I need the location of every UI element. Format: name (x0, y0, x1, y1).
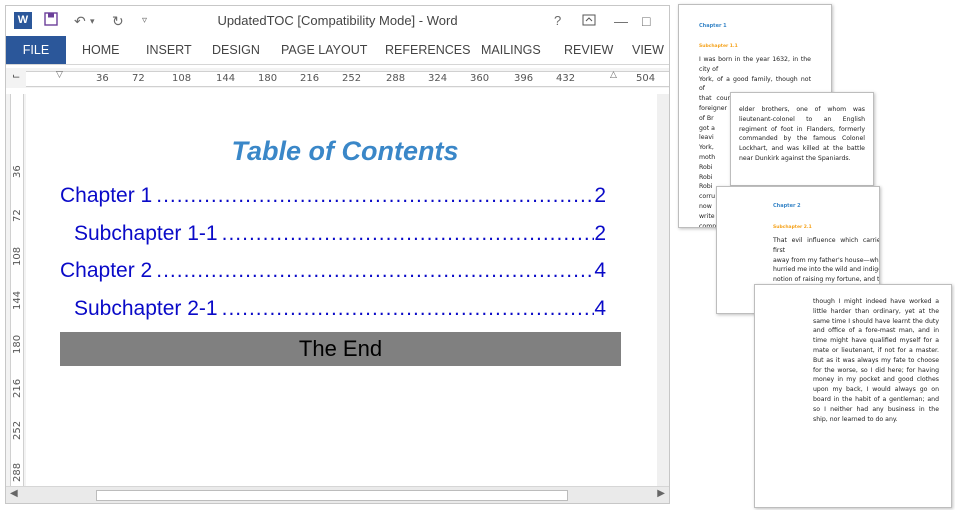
toc-entry-label: Subchapter 2-1 (74, 297, 218, 320)
page-heading: Chapter 1 (699, 23, 727, 29)
page-preview-4: though I might indeed have worked a litt… (754, 284, 952, 508)
maximize-icon[interactable]: □ (642, 11, 650, 31)
page-heading: Chapter 2 (773, 203, 801, 209)
ruler-label: 504 (636, 73, 656, 84)
ruler-label: 396 (514, 73, 534, 84)
toc-leader-dots (218, 222, 595, 246)
tab-references[interactable]: REFERENCES (385, 36, 470, 64)
ruler-label: 108 (172, 73, 192, 84)
ruler-label: 288 (386, 73, 406, 84)
tab-file[interactable]: FILE (6, 36, 66, 64)
ruler-label: 324 (428, 73, 448, 84)
toc-entry[interactable]: Chapter 2 4 (60, 259, 606, 283)
vruler-label: 252 (12, 420, 23, 440)
toc-leader-dots (152, 184, 594, 208)
scroll-left-icon[interactable]: ◀ (10, 488, 18, 499)
word-window: W ↶ ▾ ↻ ▿ UpdatedTOC [Compatibility Mode… (5, 5, 670, 504)
end-banner: The End (60, 332, 621, 366)
ruler-label: 216 (300, 73, 320, 84)
page-text: elder brothers, one of whom was lieutena… (739, 106, 865, 162)
title-bar: W ↶ ▾ ↻ ▿ UpdatedTOC [Compatibility Mode… (6, 6, 669, 36)
toc-entry[interactable]: Subchapter 2-1 4 (74, 297, 606, 321)
vruler-label: 72 (12, 209, 23, 222)
vertical-scrollbar[interactable] (657, 94, 669, 486)
vruler-label: 216 (12, 378, 23, 398)
tab-mailings[interactable]: MAILINGS (481, 36, 541, 64)
tab-page-layout[interactable]: PAGE LAYOUT (281, 36, 367, 64)
vruler-label: 180 (12, 334, 23, 354)
page-text-line: hurried me into the wild and indigested (773, 266, 879, 274)
vertical-ruler: 36 72 108 144 180 216 252 288 (6, 94, 26, 486)
document-page[interactable]: Table of Contents Chapter 1 2 Subchapter… (30, 94, 660, 486)
ribbon-tabs: FILE HOME INSERT DESIGN PAGE LAYOUT REFE… (6, 36, 669, 65)
ruler-label: 432 (556, 73, 576, 84)
ruler-label: 36 (96, 73, 109, 84)
toc-entry-label: Subchapter 1-1 (74, 222, 218, 245)
toc-page-number: 4 (594, 259, 606, 282)
page-text-line: That evil influence which carried me fir… (773, 237, 879, 254)
help-icon[interactable]: ? (554, 11, 561, 31)
page-text-line: away from my father's house—which (773, 256, 880, 264)
toc-page-number: 2 (594, 184, 606, 207)
right-indent-icon[interactable]: △ (610, 69, 617, 80)
vruler-label: 36 (12, 165, 23, 178)
tab-design[interactable]: DESIGN (212, 36, 260, 64)
toc-page-number: 2 (594, 222, 606, 245)
first-line-indent-icon[interactable]: ▽ (56, 69, 63, 80)
window-title: UpdatedTOC [Compatibility Mode] - Word (217, 13, 458, 28)
ruler-label: 180 (258, 73, 278, 84)
ruler-label: 72 (132, 73, 145, 84)
ruler-label: 252 (342, 73, 362, 84)
toc-leader-dots (218, 297, 595, 321)
scroll-right-icon[interactable]: ▶ (657, 488, 665, 499)
toc-title: Table of Contents (231, 136, 459, 166)
ruler-label: 144 (216, 73, 236, 84)
toc-leader-dots (152, 259, 594, 283)
page-subheading: Subchapter 1.1 (699, 44, 738, 49)
minimize-icon[interactable]: — (614, 11, 628, 31)
ruler-label: 360 (470, 73, 490, 84)
toc-entry-label: Chapter 2 (60, 259, 153, 282)
scroll-thumb[interactable] (96, 490, 568, 501)
toc-entry[interactable]: Subchapter 1-1 2 (74, 222, 606, 246)
tab-review[interactable]: REVIEW (564, 36, 613, 64)
toc-entry[interactable]: Chapter 1 2 (60, 184, 606, 208)
vruler-label: 144 (12, 290, 23, 310)
horizontal-ruler[interactable]: ⌙ ▽ 36 72 108 144 180 216 252 288 324 36… (6, 68, 669, 88)
page-text-line: I was born in the year 1632, in the city… (699, 56, 811, 73)
page-subheading: Subchapter 2.1 (773, 225, 812, 230)
vruler-label: 108 (12, 246, 23, 266)
toc-page-number: 4 (594, 297, 606, 320)
vruler-label: 288 (12, 462, 23, 482)
tab-home[interactable]: HOME (82, 36, 120, 64)
ribbon-display-icon[interactable] (582, 11, 596, 31)
page-text: though I might indeed have worked a litt… (813, 298, 939, 423)
horizontal-scrollbar[interactable]: ◀ ▶ (6, 486, 669, 503)
tab-insert[interactable]: INSERT (146, 36, 192, 64)
toc-entry-label: Chapter 1 (60, 184, 153, 207)
tab-selector-icon[interactable]: ⌙ (12, 71, 20, 82)
tab-view[interactable]: VIEW (632, 36, 664, 64)
page-preview-2: elder brothers, one of whom was lieutena… (730, 92, 874, 186)
